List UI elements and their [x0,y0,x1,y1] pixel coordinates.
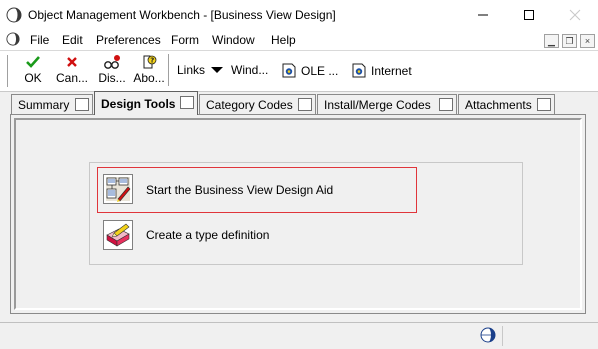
dropdown-arrow-icon [211,67,224,73]
ok-button[interactable]: OK [16,54,50,88]
internet-label: Internet [371,63,412,78]
tab-box-icon [180,96,194,109]
tab-design-tools-label: Design Tools [101,96,176,111]
minimize-icon: ▁ [548,36,555,46]
type-definition-icon [106,223,130,247]
about-label: Abo... [133,71,165,85]
ole-icon [282,63,296,78]
tab-summary-label: Summary [18,97,70,112]
svg-text:?: ? [150,56,154,64]
maximize-button[interactable] [506,0,552,30]
window-label: Wind... [231,63,269,77]
menu-file[interactable]: File [30,33,49,47]
status-bar [0,322,598,349]
maximize-icon [524,10,534,20]
tab-summary[interactable]: Summary [11,94,93,114]
tab-design-tools[interactable]: Design Tools [94,91,198,115]
minimize-button[interactable] [460,0,506,30]
minimize-icon [478,14,488,16]
about-icon: ? [143,55,157,69]
links-menu[interactable]: Links [177,63,224,77]
menu-window[interactable]: Window [212,33,255,47]
menu-form[interactable]: Form [171,33,199,47]
close-icon [569,9,581,21]
mdi-close-button[interactable]: × [580,34,595,48]
restore-icon: ❐ [565,36,574,46]
menu-preferences[interactable]: Preferences [96,33,161,47]
internet-icon [352,63,366,78]
tab-install-merge-codes[interactable]: Install/Merge Codes [317,94,457,114]
mdi-minimize-button[interactable]: ▁ [544,34,559,48]
display-label: Dis... [98,71,126,85]
menu-help[interactable]: Help [271,33,296,47]
document-app-icon[interactable] [6,32,20,46]
tab-box-icon [298,98,312,111]
tab-category-codes[interactable]: Category Codes [199,94,316,114]
app-icon [6,7,22,23]
tab-category-codes-label: Category Codes [206,97,293,112]
close-button[interactable] [552,0,598,30]
close-icon: × [584,36,591,46]
ole-menu[interactable]: OLE ... [282,63,338,78]
toolbar-separator [168,54,169,86]
menu-bar [0,30,598,50]
checkmark-icon [26,56,40,68]
ole-label: OLE ... [301,63,339,78]
tab-attachments-label: Attachments [465,97,532,112]
network-status-icon [479,326,499,344]
tab-install-merge-codes-label: Install/Merge Codes [324,97,431,112]
toolbar-grip [7,55,11,87]
x-icon [67,57,77,67]
mdi-restore-button[interactable]: ❐ [562,34,577,48]
menu-edit[interactable]: Edit [62,33,83,47]
about-button[interactable]: ? Abo... [132,54,166,88]
type-definition-label[interactable]: Create a type definition [146,228,269,242]
selection-highlight [97,167,417,213]
display-icon [104,55,120,69]
tab-attachments[interactable]: Attachments [458,94,555,114]
links-label: Links [177,63,206,77]
type-definition-button[interactable] [103,220,133,250]
tab-box-icon [75,98,89,111]
tab-box-icon [537,98,551,111]
internet-menu[interactable]: Internet [352,63,412,78]
display-button[interactable]: Dis... [94,54,130,88]
window-menu[interactable]: Wind... [231,63,268,77]
cancel-button[interactable]: Can... [52,54,92,88]
tab-box-icon [439,98,453,111]
cancel-label: Can... [55,71,88,85]
status-separator [502,326,503,346]
window-title: Object Management Workbench - [Business … [28,8,336,22]
ok-label: OK [24,71,42,85]
